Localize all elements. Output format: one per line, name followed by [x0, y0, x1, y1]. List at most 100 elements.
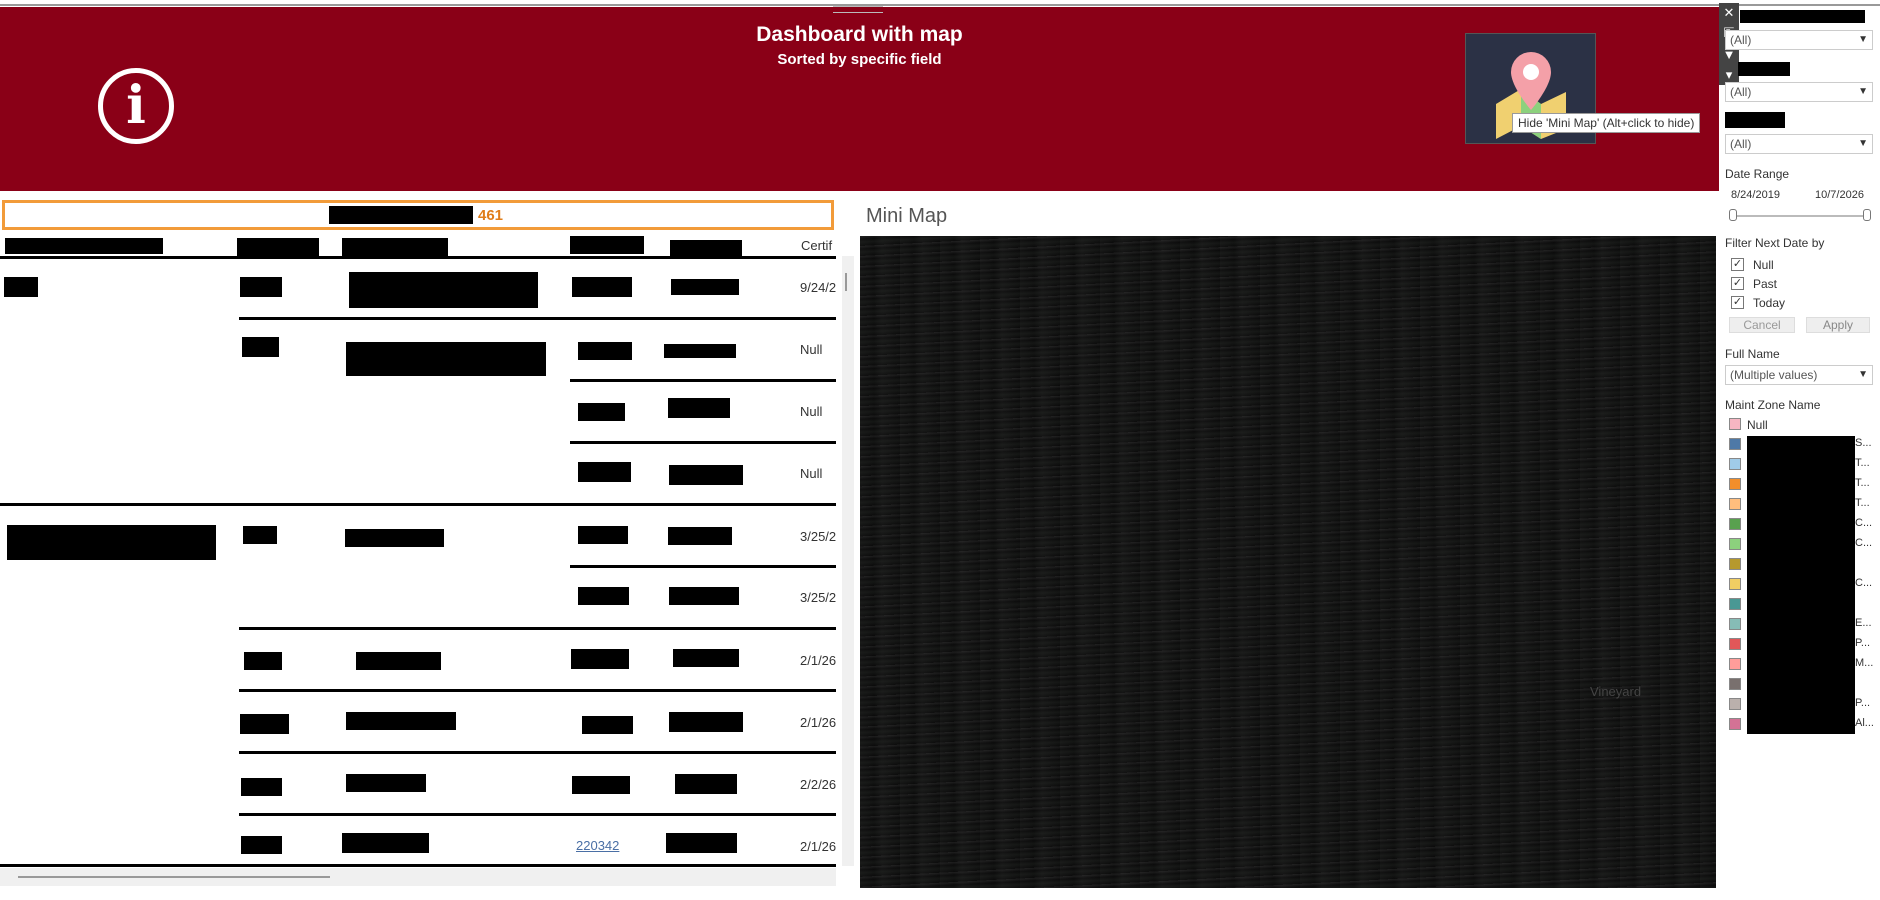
scrollbar-thumb[interactable]: [845, 273, 847, 291]
legend-label-suffix: C...: [1855, 577, 1873, 589]
dashboard-title: Dashboard with map: [756, 23, 963, 46]
date-cell: Null: [800, 466, 823, 481]
filter-dropdown-3[interactable]: (All) ▼: [1725, 134, 1873, 154]
legend-swatch[interactable]: [1729, 638, 1741, 650]
dropdown-value: (All): [1730, 137, 1752, 151]
legend-swatch[interactable]: [1729, 658, 1741, 670]
legend-swatch[interactable]: [1729, 718, 1741, 730]
redacted-cell: [349, 272, 538, 308]
redacted-cell: [578, 526, 628, 544]
legend-swatch[interactable]: [1729, 518, 1741, 530]
record-count-box: 461: [2, 200, 834, 230]
header-divider: [0, 256, 836, 259]
redacted-filter-label: [1725, 112, 1785, 128]
checkbox-label: Past: [1753, 277, 1778, 291]
row-divider: [239, 751, 836, 754]
legend-swatch[interactable]: [1729, 498, 1741, 510]
date-cell: 3/25/2: [800, 529, 836, 544]
legend-swatch[interactable]: [1729, 678, 1741, 690]
redacted-cell: [578, 342, 632, 360]
date-cell: 3/25/2: [800, 590, 836, 605]
column-header-certif[interactable]: Certif: [801, 238, 832, 253]
record-link[interactable]: 220342: [576, 838, 619, 853]
record-count-value: 461: [478, 207, 504, 224]
redacted-cell: [346, 342, 546, 376]
legend-label-suffix: S...: [1855, 437, 1872, 449]
row-divider: [0, 503, 836, 506]
legend-swatch[interactable]: [1729, 478, 1741, 490]
close-icon[interactable]: ✕: [1721, 5, 1737, 21]
column-header[interactable]: [670, 240, 742, 256]
redacted-cell: [346, 774, 426, 792]
redacted-cell: [673, 649, 739, 667]
apply-button[interactable]: Apply: [1806, 317, 1870, 333]
legend-null-label: Null: [1747, 418, 1768, 432]
column-header[interactable]: [342, 238, 448, 256]
checkbox-null[interactable]: ✓: [1731, 258, 1744, 271]
redacted-cell: [346, 712, 456, 730]
legend-swatch[interactable]: [1729, 618, 1741, 630]
full-name-dropdown[interactable]: (Multiple values) ▼: [1725, 365, 1873, 385]
slider-end-handle[interactable]: [1863, 209, 1871, 221]
redacted-cell: [242, 337, 279, 357]
column-header[interactable]: [5, 238, 163, 254]
legend-swatch[interactable]: [1729, 578, 1741, 590]
chevron-down-icon: ▼: [1858, 138, 1868, 149]
redacted-cell: [356, 652, 441, 670]
legend-swatch[interactable]: [1729, 418, 1741, 430]
row-divider: [570, 565, 836, 568]
map-title: Mini Map: [866, 205, 948, 227]
legend-swatch[interactable]: [1729, 558, 1741, 570]
column-header[interactable]: [570, 236, 644, 254]
cancel-button[interactable]: Cancel: [1729, 317, 1795, 333]
date-cell: 2/1/26: [800, 715, 836, 730]
table-horizontal-scrollbar[interactable]: [0, 868, 836, 886]
date-cell: 2/1/26: [800, 653, 836, 668]
redacted-cell: [668, 398, 730, 418]
legend-swatch[interactable]: [1729, 538, 1741, 550]
filter-dropdown-2[interactable]: (All) ▼: [1725, 82, 1873, 102]
header-banner: i Dashboard with map Sorted by specific …: [0, 7, 1719, 191]
legend-label-suffix: E...: [1855, 617, 1872, 629]
checkbox-label: Null: [1753, 258, 1774, 272]
legend-label-suffix: P...: [1855, 637, 1871, 649]
more-options-icon[interactable]: ▾: [1721, 67, 1737, 83]
hide-map-tooltip: Hide 'Mini Map' (Alt+click to hide): [1512, 113, 1701, 133]
checkbox-label: Today: [1753, 296, 1786, 310]
scrollbar-thumb[interactable]: [18, 876, 330, 878]
dropdown-value: (Multiple values): [1730, 368, 1818, 382]
redacted-cell: [669, 712, 743, 732]
redacted-cell: [342, 833, 429, 853]
mini-map[interactable]: Vineyard: [860, 236, 1716, 888]
info-icon[interactable]: i: [98, 68, 174, 144]
legend-swatch[interactable]: [1729, 598, 1741, 610]
dropdown-value: (All): [1730, 33, 1752, 47]
redacted-cell: [4, 277, 38, 297]
checkbox-today[interactable]: ✓: [1731, 296, 1744, 309]
legend-swatch[interactable]: [1729, 438, 1741, 450]
column-header[interactable]: [237, 238, 319, 256]
legend-swatch[interactable]: [1729, 458, 1741, 470]
redacted-cell: [345, 529, 444, 547]
redacted-cell: [240, 277, 282, 297]
redacted-cell: [572, 277, 632, 297]
date-range-label: Date Range: [1725, 167, 1790, 181]
drag-handle[interactable]: [833, 6, 883, 13]
redacted-cell: [7, 525, 216, 560]
chevron-down-icon: ▼: [1858, 34, 1868, 45]
redacted-cell: [241, 836, 282, 854]
legend-swatch[interactable]: [1729, 698, 1741, 710]
filter-dropdown-1[interactable]: (All) ▼: [1725, 30, 1873, 50]
legend-label-suffix: T...: [1855, 477, 1870, 489]
redacted-filter-label: [1740, 10, 1865, 23]
row-divider: [239, 317, 836, 320]
checkbox-past[interactable]: ✓: [1731, 277, 1744, 290]
row-divider: [570, 379, 836, 382]
table-vertical-scrollbar[interactable]: [842, 256, 854, 866]
date-range-start: 8/24/2019: [1731, 189, 1780, 201]
legend-label-suffix: Al...: [1855, 717, 1874, 729]
date-range-slider[interactable]: [1733, 215, 1867, 217]
redacted-cell: [244, 652, 282, 670]
row-divider: [239, 627, 836, 630]
slider-start-handle[interactable]: [1729, 209, 1737, 221]
